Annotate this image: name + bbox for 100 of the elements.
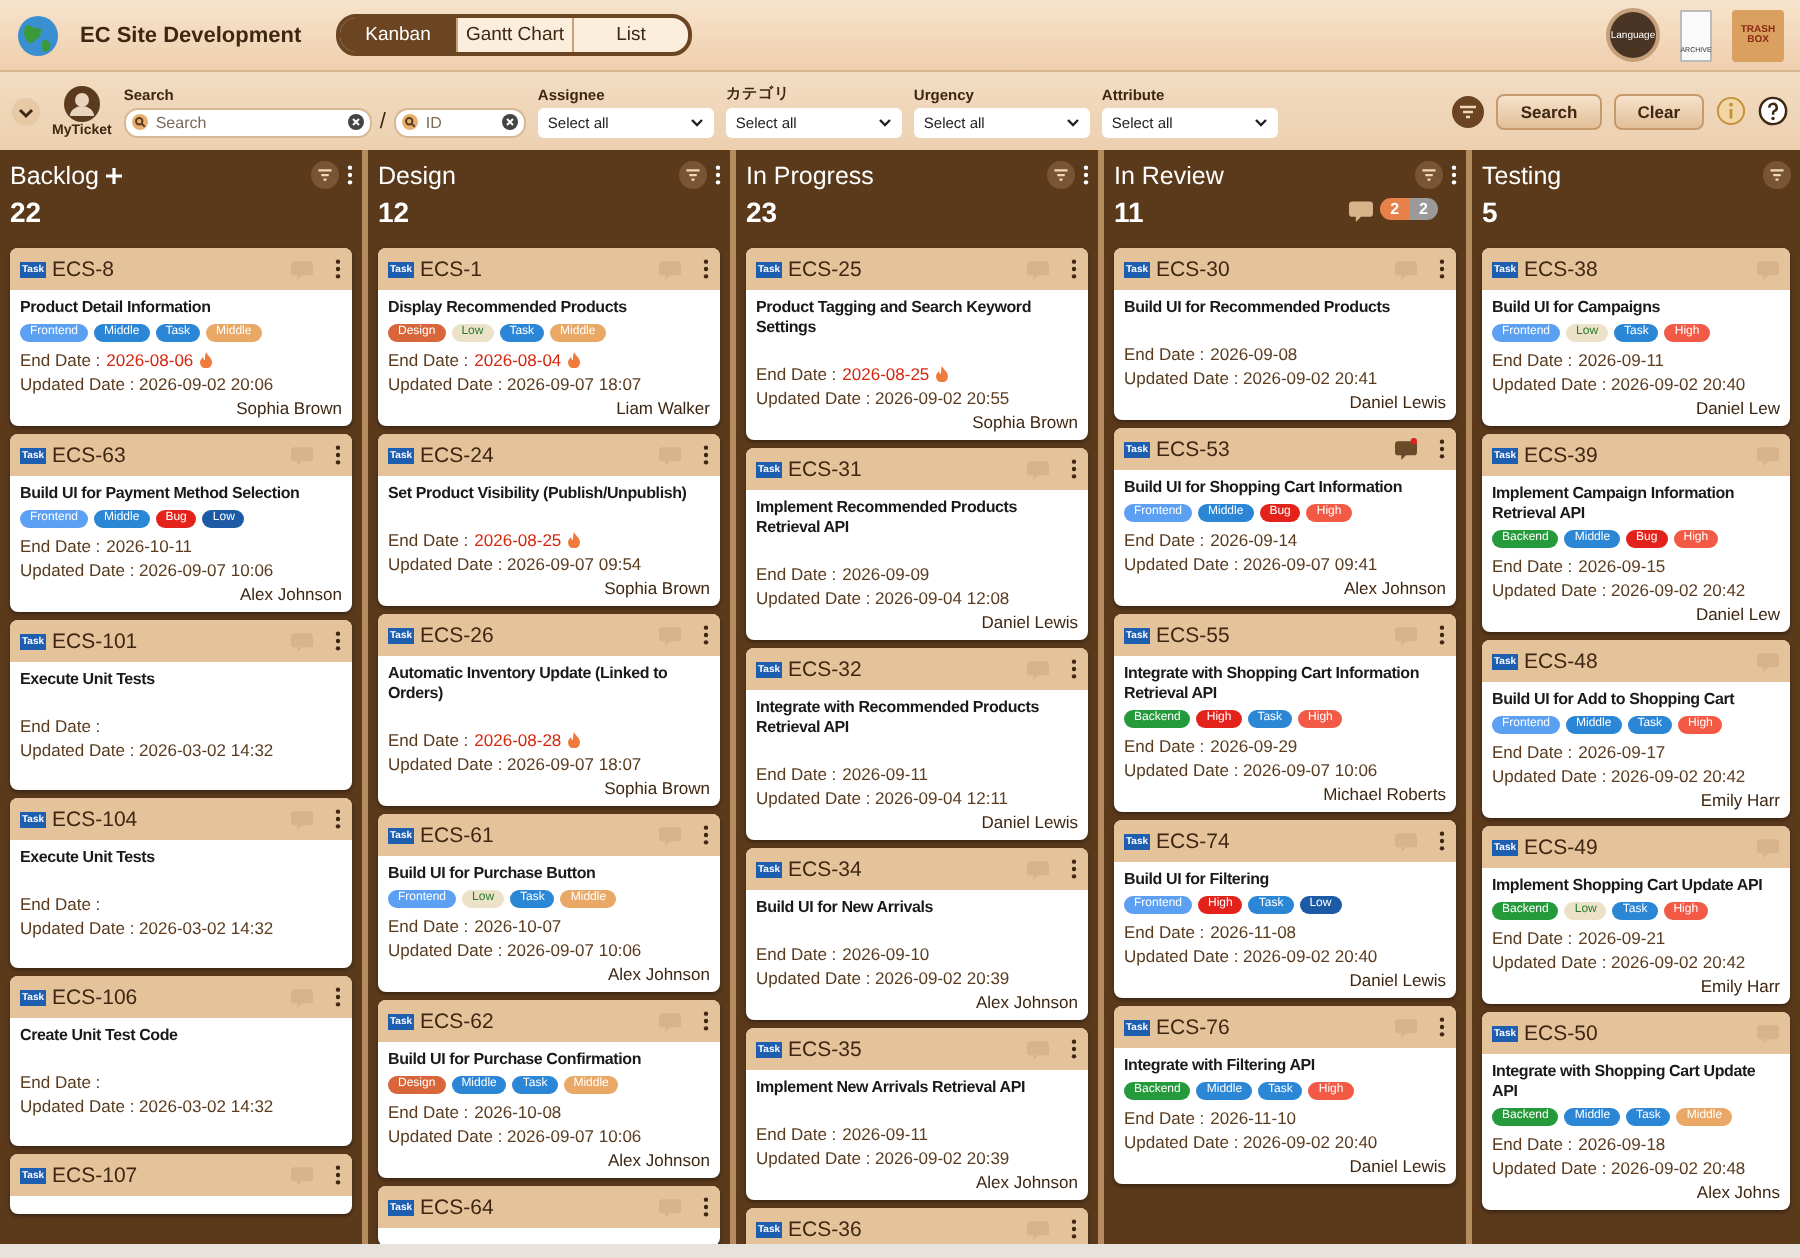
more-icon[interactable] — [1070, 1038, 1078, 1060]
ticket-id: ECS-38 — [1524, 257, 1598, 281]
assignee-name: Alex Johnson — [1343, 576, 1446, 600]
comment-icon[interactable] — [1394, 438, 1418, 460]
assignee-name: Daniel Lew — [1695, 396, 1780, 420]
more-icon[interactable] — [702, 444, 710, 466]
ticket-title: Create Unit Test Code — [20, 1026, 180, 1046]
ticket-title: Implement New Arrivals Retrieval API — [756, 1078, 1027, 1098]
end-date-label: End Date : — [20, 714, 101, 738]
ticket-id: ECS-63 — [52, 443, 126, 467]
assignee-name: Alex Johns — [1696, 1180, 1780, 1204]
end-date-label: End Date : — [1124, 1106, 1205, 1130]
help-icon[interactable] — [1758, 96, 1788, 126]
more-icon[interactable] — [702, 258, 710, 280]
id-field[interactable]: ID — [393, 107, 526, 137]
updated-date: Updated Date : 2026-03-02 14:32 — [20, 1094, 276, 1118]
filter-icon[interactable] — [1414, 160, 1444, 190]
end-date-label: End Date : — [388, 1100, 469, 1124]
ticket-id: ECS-34 — [788, 857, 862, 881]
clear-icon[interactable] — [501, 114, 518, 130]
filter-icon[interactable] — [678, 160, 708, 190]
avatar-icon[interactable] — [63, 85, 100, 121]
more-icon[interactable] — [1438, 830, 1446, 852]
comment-icon — [1348, 197, 1375, 221]
more-icon[interactable] — [1450, 164, 1458, 186]
clear-icon[interactable] — [347, 114, 364, 130]
end-date: 2026-09-11 — [842, 762, 929, 786]
end-date-label: End Date : — [1492, 926, 1573, 950]
more-icon[interactable] — [1070, 258, 1078, 280]
more-icon[interactable] — [334, 444, 342, 466]
more-icon[interactable] — [702, 1010, 710, 1032]
ticket-title: Integrate with Filtering API — [1124, 1056, 1317, 1076]
more-icon[interactable] — [1438, 258, 1446, 280]
view-tab[interactable]: List — [572, 18, 688, 52]
end-date-label: End Date : — [1124, 734, 1205, 758]
updated-date: Updated Date : 2026-03-02 14:32 — [20, 738, 276, 762]
ticket-id: ECS-48 — [1524, 649, 1598, 673]
more-icon[interactable] — [1070, 858, 1078, 880]
filter-action-button[interactable]: Search — [1496, 93, 1602, 129]
updated-date: Updated Date : 2026-09-02 20:39 — [756, 966, 1012, 990]
end-date: 2026-11-10 — [1210, 1106, 1297, 1130]
ticket-id: ECS-32 — [788, 657, 862, 681]
ticket-id: ECS-39 — [1524, 443, 1598, 467]
more-icon[interactable] — [702, 624, 710, 646]
view-tab[interactable]: Kanban — [340, 18, 456, 52]
view-tab[interactable]: Gantt Chart — [456, 18, 572, 52]
ticket-title: Build UI for Purchase Button — [388, 864, 598, 884]
search-icon — [401, 114, 418, 130]
search-field[interactable]: Search — [123, 107, 372, 137]
add-icon[interactable] — [106, 167, 123, 183]
more-icon[interactable] — [334, 808, 342, 830]
more-icon[interactable] — [334, 986, 342, 1008]
flame-icon — [199, 352, 212, 368]
more-icon[interactable] — [702, 1196, 710, 1218]
ticket-title: Build UI for Payment Method Selection — [20, 484, 302, 504]
filter-action-button[interactable]: Clear — [1613, 93, 1704, 129]
ticket-title: Execute Unit Tests — [20, 670, 157, 690]
ticket-title: Integrate with Recommended Products Retrieval API — [756, 698, 1041, 738]
updated-date: Updated Date : 2026-09-02 20:42 — [1492, 578, 1748, 602]
ticket-count: 23 — [746, 196, 778, 228]
ticket-title: Display Recommended Products — [388, 298, 629, 318]
column-title: In Review — [1114, 161, 1224, 189]
end-date: 2026-08-28 — [474, 728, 562, 752]
ticket-title: Build UI for Add to Shopping Cart — [1492, 690, 1737, 710]
filter-icon[interactable] — [1762, 160, 1792, 190]
end-date: 2026-09-09 — [842, 562, 930, 586]
collapse-icon[interactable] — [12, 97, 40, 125]
caret-icon — [877, 118, 892, 128]
ticket-id: ECS-35 — [788, 1037, 862, 1061]
more-icon[interactable] — [334, 630, 342, 652]
assignee-name: Sophia Brown — [604, 776, 710, 800]
end-date: 2026-11-08 — [1210, 920, 1297, 944]
filter-icon[interactable] — [1046, 160, 1076, 190]
end-date-label: End Date : — [1124, 342, 1205, 366]
more-icon[interactable] — [1070, 658, 1078, 680]
end-date-label: End Date : — [20, 534, 101, 558]
more-icon[interactable] — [1082, 164, 1090, 186]
filter-icon[interactable] — [310, 160, 340, 190]
end-date: 2026-08-25 — [842, 362, 930, 386]
more-icon[interactable] — [702, 824, 710, 846]
updated-date: Updated Date : 2026-09-02 20:39 — [756, 1146, 1012, 1170]
ticket-id: ECS-49 — [1524, 835, 1598, 859]
ticket-id: ECS-106 — [52, 985, 138, 1009]
end-date-label: End Date : — [1124, 528, 1205, 552]
more-icon[interactable] — [346, 164, 354, 186]
end-date-label: End Date : — [1492, 740, 1573, 764]
end-date: 2026-09-11 — [1578, 348, 1665, 372]
assignee-name: Alex Johnson — [975, 1170, 1078, 1194]
more-icon[interactable] — [334, 1164, 342, 1186]
more-icon[interactable] — [334, 258, 342, 280]
filter-icon[interactable] — [1452, 95, 1485, 127]
more-icon[interactable] — [1438, 1016, 1446, 1038]
more-icon[interactable] — [1070, 1218, 1078, 1240]
end-date-label: End Date : — [1492, 348, 1573, 372]
assignee-name: Emily Harr — [1700, 974, 1780, 998]
more-icon[interactable] — [1438, 438, 1446, 460]
more-icon[interactable] — [1438, 624, 1446, 646]
more-icon[interactable] — [714, 164, 722, 186]
separator: / — [379, 110, 386, 134]
more-icon[interactable] — [1070, 458, 1078, 480]
